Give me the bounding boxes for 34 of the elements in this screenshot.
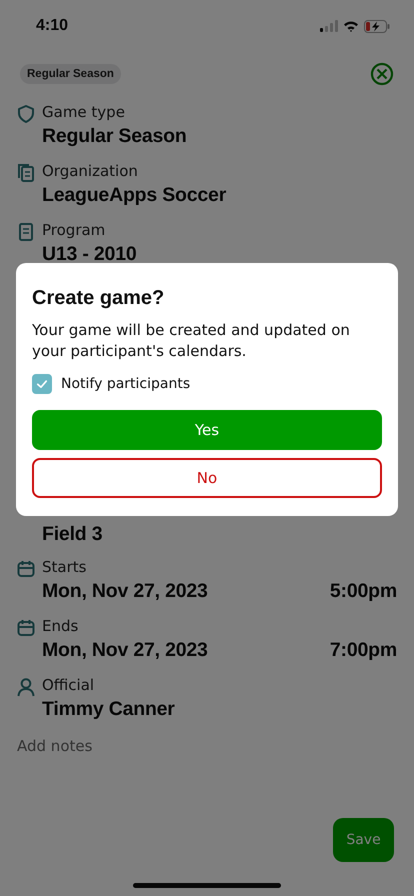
- time-value[interactable]: 7:00pm: [330, 636, 397, 664]
- person-icon: [16, 677, 36, 697]
- battery-icon: [364, 20, 390, 32]
- close-button[interactable]: [370, 62, 394, 86]
- signal-icon: [320, 20, 338, 32]
- field-label: Organization: [42, 161, 139, 181]
- wifi-icon: [343, 20, 359, 32]
- shield-icon: [16, 104, 36, 124]
- dialog-message: Your game will be created and updated on your participant's calendars.: [32, 320, 351, 362]
- no-button[interactable]: No: [32, 458, 382, 498]
- calendar-icon: [16, 618, 36, 638]
- checkbox-label: Notify participants: [61, 376, 190, 392]
- yes-button[interactable]: Yes: [32, 410, 382, 450]
- game-type-chip: Regular Season: [20, 64, 121, 84]
- field-value[interactable]: Mon, Nov 27, 2023: [42, 577, 208, 605]
- field-label: Program: [42, 220, 106, 240]
- checkbox[interactable]: [32, 374, 52, 394]
- dialog-title: Create game?: [32, 286, 166, 311]
- field-label: Starts: [42, 557, 88, 577]
- field-value[interactable]: LeagueApps Soccer: [42, 181, 226, 209]
- notes-field[interactable]: Add notes: [17, 737, 217, 755]
- field-value[interactable]: Field 3: [42, 520, 102, 548]
- field-label: Official: [42, 675, 96, 695]
- field-label: Game type: [42, 102, 126, 122]
- documents-icon: [16, 163, 36, 183]
- status-time: 4:10: [36, 17, 68, 35]
- document-icon: [16, 222, 36, 242]
- field-value[interactable]: Timmy Canner: [42, 695, 175, 723]
- field-label: Ends: [42, 616, 80, 636]
- field-value[interactable]: Regular Season: [42, 122, 187, 150]
- calendar-icon: [16, 559, 36, 579]
- time-value[interactable]: 5:00pm: [330, 577, 397, 605]
- close-icon: [370, 62, 394, 86]
- field-value[interactable]: Mon, Nov 27, 2023: [42, 636, 208, 664]
